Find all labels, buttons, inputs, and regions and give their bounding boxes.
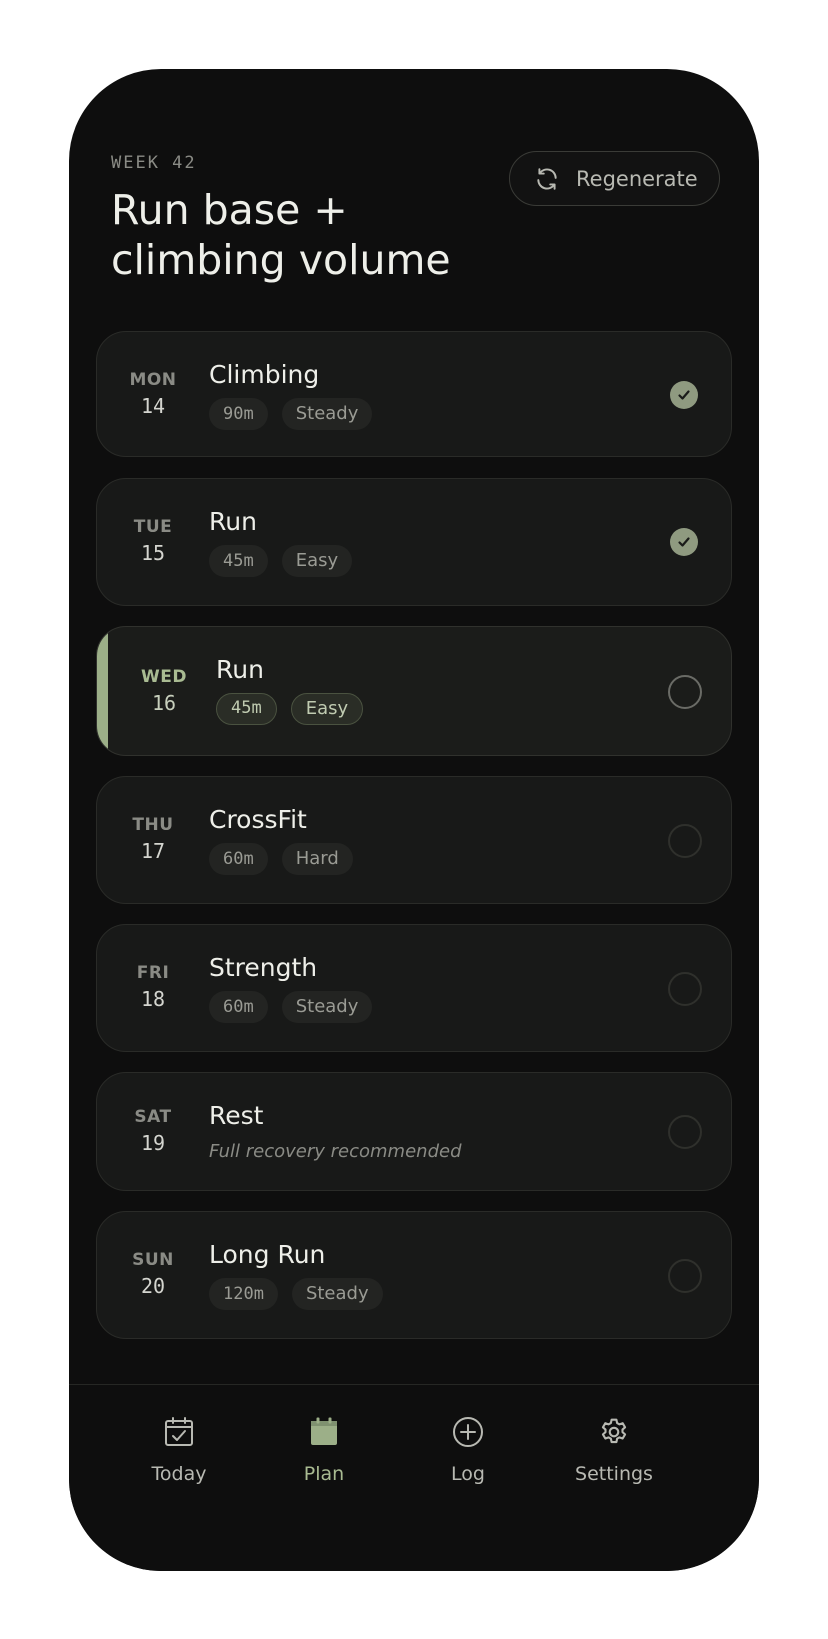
duration-tag: 60m bbox=[209, 991, 268, 1023]
day-card-tue[interactable]: TUE 15 Run 45m Easy bbox=[96, 478, 732, 606]
plan-header: WEEK 42 Run base + climbing volume Regen… bbox=[69, 69, 759, 369]
regenerate-label: Regenerate bbox=[576, 166, 698, 191]
day-date: 19 bbox=[140, 1131, 166, 1155]
day-card-mon[interactable]: MON 14 Climbing 90m Steady bbox=[96, 331, 732, 457]
day-name: SAT bbox=[134, 1107, 172, 1127]
day-card-wed[interactable]: WED 16 Run 45m Easy bbox=[96, 626, 732, 756]
duration-tag: 90m bbox=[209, 398, 268, 430]
activity-title: Run bbox=[209, 507, 257, 536]
day-date: 15 bbox=[140, 541, 166, 565]
day-column: SAT 19 bbox=[97, 1107, 209, 1155]
phone-screen: WEEK 42 Run base + climbing volume Regen… bbox=[69, 69, 759, 1571]
activity-title: Long Run bbox=[209, 1240, 326, 1269]
activity-title: Strength bbox=[209, 953, 318, 982]
activity-title: Rest bbox=[209, 1101, 264, 1130]
check-icon bbox=[678, 537, 690, 547]
tab-label: Today bbox=[151, 1463, 207, 1485]
day-date: 16 bbox=[151, 691, 177, 715]
workout-tags: 90m Steady bbox=[209, 398, 373, 430]
day-card-sun[interactable]: SUN 20 Long Run 120m Steady bbox=[96, 1211, 732, 1339]
workout-tags: 45m Easy bbox=[209, 545, 353, 577]
activity-title: CrossFit bbox=[209, 805, 307, 834]
day-date: 14 bbox=[140, 394, 166, 418]
workout-tags: 120m Steady bbox=[209, 1278, 383, 1310]
tab-today[interactable]: Today bbox=[104, 1415, 254, 1485]
check-icon bbox=[678, 390, 690, 400]
plus-circle-icon bbox=[453, 1417, 483, 1447]
day-name: SUN bbox=[132, 1250, 174, 1270]
tab-plan[interactable]: Plan bbox=[249, 1415, 399, 1485]
day-column: FRI 18 bbox=[97, 963, 209, 1011]
intensity-tag: Steady bbox=[291, 1278, 383, 1310]
day-column: THU 17 bbox=[97, 815, 209, 863]
day-name: FRI bbox=[136, 963, 170, 983]
completed-toggle[interactable] bbox=[668, 675, 702, 709]
completed-toggle[interactable] bbox=[670, 528, 698, 556]
intensity-tag: Easy bbox=[290, 693, 364, 725]
tab-settings[interactable]: Settings bbox=[539, 1415, 689, 1485]
day-name: MON bbox=[129, 370, 177, 390]
day-card-sat[interactable]: SAT 19 Rest Full recovery recommended bbox=[96, 1072, 732, 1191]
day-column: TUE 15 bbox=[97, 517, 209, 565]
day-card-fri[interactable]: FRI 18 Strength 60m Steady bbox=[96, 924, 732, 1052]
day-column: MON 14 bbox=[97, 370, 209, 418]
activity-title: Climbing bbox=[209, 360, 320, 389]
completed-toggle[interactable] bbox=[668, 1115, 702, 1149]
intensity-tag: Steady bbox=[281, 398, 373, 430]
duration-tag: 45m bbox=[216, 693, 277, 725]
tab-log[interactable]: Log bbox=[393, 1415, 543, 1485]
day-name: WED bbox=[141, 667, 187, 687]
tab-label: Log bbox=[451, 1463, 485, 1485]
completed-toggle[interactable] bbox=[668, 824, 702, 858]
duration-tag: 120m bbox=[209, 1278, 278, 1310]
intensity-tag: Easy bbox=[281, 545, 353, 577]
today-indicator bbox=[97, 627, 108, 755]
activity-title: Run bbox=[216, 655, 264, 684]
calendar-check-icon bbox=[165, 1417, 193, 1446]
day-name: THU bbox=[132, 815, 174, 835]
day-card-thu[interactable]: THU 17 CrossFit 60m Hard bbox=[96, 776, 732, 904]
regenerate-button[interactable]: Regenerate bbox=[509, 151, 720, 206]
workout-tags: 60m Steady bbox=[209, 991, 373, 1023]
bottom-tab-bar: Today Plan Log Settings bbox=[69, 1384, 759, 1571]
day-date: 20 bbox=[140, 1274, 166, 1298]
intensity-tag: Hard bbox=[281, 843, 353, 875]
calendar-filled-icon bbox=[311, 1417, 337, 1445]
duration-tag: 60m bbox=[209, 843, 268, 875]
day-name: TUE bbox=[133, 517, 173, 537]
intensity-tag: Steady bbox=[281, 991, 373, 1023]
completed-toggle[interactable] bbox=[668, 972, 702, 1006]
week-label: WEEK 42 bbox=[111, 153, 197, 173]
day-column: SUN 20 bbox=[97, 1250, 209, 1298]
day-date: 17 bbox=[140, 839, 166, 863]
day-column: WED 16 bbox=[108, 667, 220, 715]
tab-label: Plan bbox=[303, 1463, 345, 1485]
tab-label: Settings bbox=[575, 1463, 653, 1485]
refresh-icon bbox=[537, 167, 557, 190]
workout-tags: 60m Hard bbox=[209, 843, 353, 875]
completed-toggle[interactable] bbox=[668, 1259, 702, 1293]
duration-tag: 45m bbox=[209, 545, 268, 577]
workout-tags: 45m Easy bbox=[216, 693, 364, 725]
gear-icon bbox=[601, 1418, 627, 1444]
day-date: 18 bbox=[140, 987, 166, 1011]
rest-note: Full recovery recommended bbox=[209, 1141, 462, 1162]
completed-toggle[interactable] bbox=[670, 381, 698, 409]
page-title: Run base + climbing volume bbox=[111, 186, 451, 284]
